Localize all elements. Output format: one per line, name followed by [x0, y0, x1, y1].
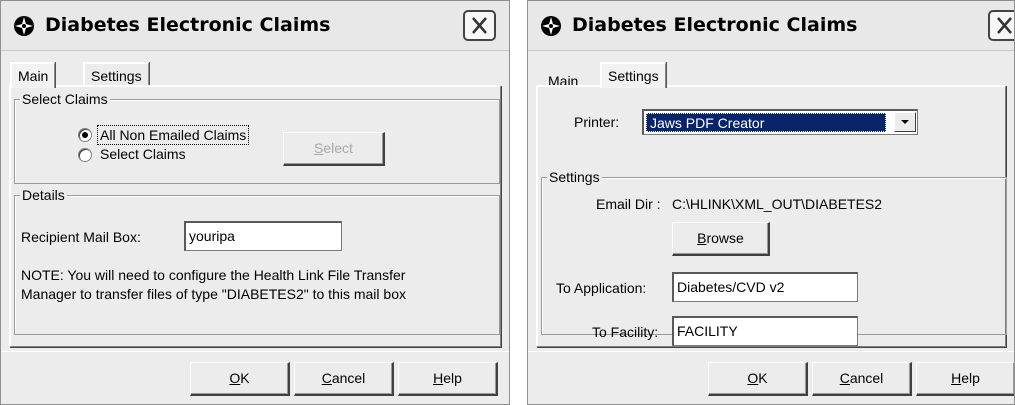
- recipient-mail-box-label: Recipient Mail Box:: [21, 229, 141, 245]
- settings-group: Settings Email Dir : C:\HLINK\XML_OUT\DI…: [541, 168, 1007, 346]
- tab-settings[interactable]: Settings: [600, 62, 666, 88]
- to-application-label: To Application:: [556, 280, 647, 296]
- cancel-button[interactable]: Cancel: [294, 362, 394, 396]
- dialog-footer: OK Cancel Help: [1, 351, 509, 404]
- diabetes-claims-dialog-main: Diabetes Electronic Claims Main Settings…: [0, 0, 510, 405]
- help-button[interactable]: Help: [398, 362, 498, 396]
- compass-rose-icon: [14, 16, 34, 36]
- note-line-1: NOTE: You will need to configure the Hea…: [21, 267, 406, 283]
- cancel-button[interactable]: Cancel: [812, 362, 912, 396]
- select-claims-group: Select Claims All Non Emailed Claims Sel…: [14, 90, 500, 184]
- close-button[interactable]: [463, 10, 496, 41]
- chevron-down-icon: [901, 120, 909, 124]
- details-legend: Details: [20, 186, 67, 204]
- title-bar: Diabetes Electronic Claims: [1, 1, 509, 51]
- compass-rose-icon: [541, 16, 561, 36]
- tab-main[interactable]: Main: [10, 62, 56, 88]
- to-application-input[interactable]: Diabetes/CVD v2: [672, 272, 858, 302]
- radio-all-non-emailed[interactable]: [78, 128, 92, 142]
- printer-select[interactable]: Jaws PDF Creator: [642, 109, 918, 135]
- select-button[interactable]: Select: [283, 132, 385, 166]
- note-line-2: Manager to transfer files of type "DIABE…: [21, 286, 406, 302]
- close-x-icon: [997, 17, 1012, 34]
- help-button[interactable]: Help: [916, 362, 1014, 396]
- title-bar: Diabetes Electronic Claims: [528, 1, 1014, 51]
- close-x-icon: [472, 17, 487, 34]
- ok-button[interactable]: OK: [708, 362, 808, 396]
- window-title: Diabetes Electronic Claims: [45, 14, 331, 36]
- email-dir-label: Email Dir :: [596, 196, 661, 212]
- dialog-footer: OK Cancel Help: [528, 351, 1014, 404]
- printer-dropdown-button[interactable]: [894, 112, 916, 132]
- diabetes-claims-dialog-settings: Diabetes Electronic Claims Main Settings…: [527, 0, 1015, 405]
- main-tab-panel: Select Claims All Non Emailed Claims Sel…: [9, 85, 501, 347]
- printer-label: Printer:: [574, 114, 620, 130]
- radio-select-claims-label[interactable]: Select Claims: [100, 145, 186, 163]
- printer-select-value: Jaws PDF Creator: [646, 113, 886, 132]
- radio-select-claims[interactable]: [78, 148, 92, 162]
- settings-tab-panel: Printer: Jaws PDF Creator Settings Email…: [536, 85, 1007, 347]
- to-facility-input[interactable]: FACILITY: [672, 316, 858, 346]
- email-dir-value: C:\HLINK\XML_OUT\DIABETES2: [672, 196, 883, 212]
- ok-button[interactable]: OK: [190, 362, 290, 396]
- radio-all-non-emailed-label[interactable]: All Non Emailed Claims: [97, 125, 250, 145]
- close-button[interactable]: [988, 10, 1014, 41]
- window-title: Diabetes Electronic Claims: [572, 14, 858, 36]
- recipient-mail-box-input[interactable]: youripa: [184, 221, 342, 251]
- to-facility-label: To Facility:: [592, 324, 659, 340]
- select-claims-legend: Select Claims: [20, 90, 110, 108]
- details-group: Details Recipient Mail Box: youripa NOTE…: [14, 186, 500, 335]
- browse-button[interactable]: Browse: [672, 222, 770, 256]
- settings-legend: Settings: [547, 168, 602, 186]
